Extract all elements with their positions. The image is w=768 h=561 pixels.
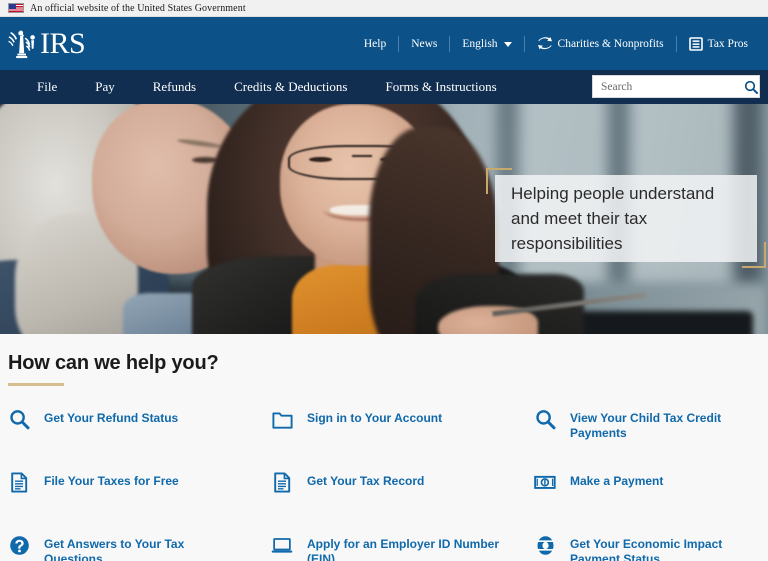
search-input[interactable]: [593, 76, 742, 97]
official-gov-banner: An official website of the United States…: [0, 0, 768, 17]
dollar-bill-icon: [534, 471, 556, 493]
help-link-sign-in-to-your-account[interactable]: Sign in to Your Account: [271, 408, 534, 471]
nav-item-credits-deductions[interactable]: Credits & Deductions: [215, 79, 366, 95]
folder-icon: [271, 408, 293, 430]
chevron-down-icon: [504, 42, 512, 47]
utility-nav-charities-label: Charities & Nonprofits: [558, 38, 664, 50]
irs-logo-link[interactable]: IRS: [8, 28, 85, 60]
help-link-get-your-economic-impact-payment-status[interactable]: Get Your Economic Impact Payment Status: [534, 534, 760, 561]
site-header: IRS Help News English Charities & Nonpro…: [0, 17, 768, 70]
language-selector-label: English: [462, 38, 497, 50]
search-icon: [534, 408, 556, 430]
help-link-label: Apply for an Employer ID Number (EIN): [307, 534, 507, 561]
help-link-label: Get Your Refund Status: [44, 408, 178, 426]
utility-nav-help-label: Help: [364, 38, 386, 50]
utility-nav-taxpros-label: Tax Pros: [708, 38, 748, 50]
search-box: [592, 75, 760, 98]
help-section: How can we help you? Get Your Refund Sta…: [0, 334, 768, 561]
help-link-label: Get Your Economic Impact Payment Status: [570, 534, 760, 561]
document-icon: [271, 471, 293, 493]
help-link-get-your-tax-record[interactable]: Get Your Tax Record: [271, 471, 534, 534]
help-links-grid: Get Your Refund Status Sign in to Your A…: [8, 408, 760, 561]
irs-logo-text: IRS: [40, 29, 85, 59]
us-flag-icon: [8, 3, 24, 13]
help-link-file-your-taxes-for-free[interactable]: File Your Taxes for Free: [8, 471, 271, 534]
help-link-get-answers-to-your-tax-questions[interactable]: Get Answers to Your Tax Questions: [8, 534, 271, 561]
help-title-underline: [8, 383, 64, 386]
nav-item-forms-instructions[interactable]: Forms & Instructions: [366, 79, 515, 95]
help-link-label: Get Answers to Your Tax Questions: [44, 534, 244, 561]
hero-caption-box: Helping people understand and meet their…: [495, 175, 757, 262]
search-submit-button[interactable]: [742, 76, 759, 97]
help-section-title: How can we help you?: [8, 352, 760, 375]
language-selector[interactable]: English: [450, 38, 523, 50]
search-icon: [8, 408, 30, 430]
arrows-exchange-icon: [537, 37, 553, 50]
utility-nav-charities-nonprofits[interactable]: Charities & Nonprofits: [525, 37, 676, 50]
help-link-label: Make a Payment: [570, 471, 663, 489]
laptop-icon: [271, 534, 293, 556]
help-link-get-your-refund-status[interactable]: Get Your Refund Status: [8, 408, 271, 471]
nav-item-pay[interactable]: Pay: [76, 79, 134, 95]
utility-nav-news-label: News: [411, 38, 437, 50]
main-navigation-items: File Pay Refunds Credits & Deductions Fo…: [18, 79, 516, 95]
help-link-view-your-child-tax-credit-payments[interactable]: View Your Child Tax Credit Payments: [534, 408, 760, 471]
help-link-label: View Your Child Tax Credit Payments: [570, 408, 760, 441]
utility-nav-tax-pros[interactable]: Tax Pros: [677, 37, 760, 51]
utility-nav-help[interactable]: Help: [352, 38, 398, 50]
life-preserver-icon: [534, 534, 556, 556]
search-icon: [744, 80, 758, 94]
utility-nav: Help News English Charities & Nonprofits: [352, 17, 760, 70]
gov-banner-text: An official website of the United States…: [30, 3, 246, 14]
nav-item-refunds[interactable]: Refunds: [134, 79, 215, 95]
help-link-label: Sign in to Your Account: [307, 408, 442, 426]
question-circle-icon: [8, 534, 30, 556]
hero-caption-text: Helping people understand and meet their…: [511, 181, 741, 256]
nav-item-file[interactable]: File: [18, 79, 76, 95]
hero-banner: Helping people understand and meet their…: [0, 104, 768, 334]
document-icon: [8, 471, 30, 493]
main-navigation: File Pay Refunds Credits & Deductions Fo…: [0, 70, 768, 104]
help-link-apply-for-an-employer-id-number[interactable]: Apply for an Employer ID Number (EIN): [271, 534, 534, 561]
book-icon: [689, 37, 703, 51]
help-link-label: File Your Taxes for Free: [44, 471, 179, 489]
help-link-label: Get Your Tax Record: [307, 471, 424, 489]
help-link-make-a-payment[interactable]: Make a Payment: [534, 471, 760, 534]
utility-nav-news[interactable]: News: [399, 38, 449, 50]
irs-eagle-scales-logo: [8, 28, 38, 60]
